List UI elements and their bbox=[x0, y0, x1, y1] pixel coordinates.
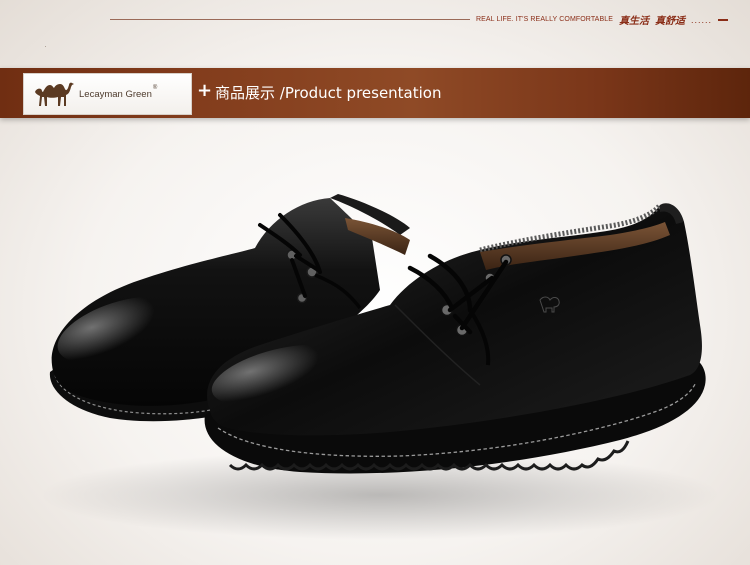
brand-name: Lecayman Green bbox=[79, 88, 152, 100]
tagline-chinese-comfortable: 真舒适 bbox=[654, 16, 685, 27]
tagline-ellipsis: ...... bbox=[690, 14, 712, 25]
top-tagline: REAL LIFE. IT'S REALLY COMFORTABLE 真生活 真… bbox=[109, 12, 728, 27]
product-image bbox=[0, 160, 750, 565]
tagline-chinese-real-life: 真生活 bbox=[618, 16, 649, 27]
section-title: 商品展示 /Product presentation bbox=[215, 84, 442, 102]
shoe-icon bbox=[40, 194, 720, 540]
brand-logo[interactable]: Lecayman Green ® bbox=[23, 73, 192, 115]
tagline-divider-right bbox=[718, 18, 728, 21]
plus-icon: + bbox=[197, 80, 213, 101]
registered-mark: ® bbox=[152, 85, 158, 91]
decorative-dot bbox=[45, 46, 46, 47]
camel-icon bbox=[35, 82, 74, 106]
tagline-english: REAL LIFE. IT'S REALLY COMFORTABLE bbox=[475, 16, 613, 23]
tagline-divider-left bbox=[109, 19, 470, 20]
section-banner: Lecayman Green ® + 商品展示 /Product present… bbox=[0, 68, 750, 118]
